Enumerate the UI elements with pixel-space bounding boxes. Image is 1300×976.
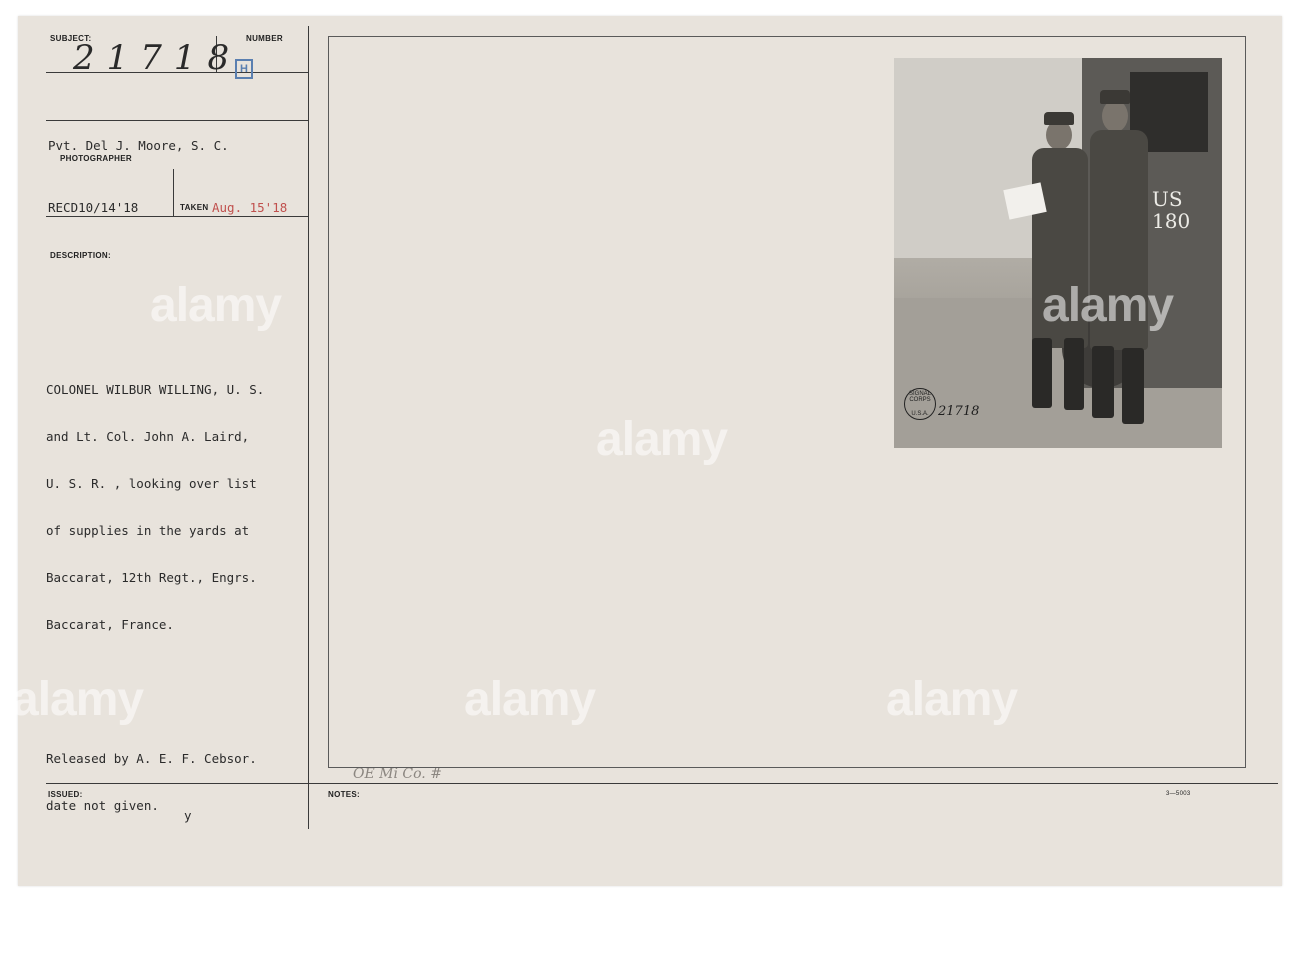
truck-label: US 180 xyxy=(1152,188,1190,232)
soldier-right-boot xyxy=(1122,348,1144,424)
brand-bar xyxy=(0,888,1300,976)
photographer-name: Pvt. Del J. Moore, S. C. xyxy=(48,138,229,153)
release-line: date not given. xyxy=(46,798,159,813)
soldier-left-cap xyxy=(1044,112,1074,125)
received-date: RECD10/14'18 xyxy=(48,200,139,215)
soldier-right-cap xyxy=(1100,90,1130,104)
signal-corps-stamp: SIGNAL CORPS U.S.A. xyxy=(904,388,936,420)
soldier-right-boot xyxy=(1092,346,1114,418)
taken-date: Aug. 15'18 xyxy=(212,200,288,215)
divider xyxy=(46,216,308,217)
release-line: Released by A. E. F. Cebsor. xyxy=(46,751,257,766)
description-line: COLONEL WILBUR WILLING, U. S. xyxy=(46,382,265,397)
taken-label: TAKEN xyxy=(180,203,209,212)
notes-handwriting: OE Mi Co. # xyxy=(353,766,442,782)
notes-label: NOTES: xyxy=(328,790,361,799)
description-line: and Lt. Col. John A. Laird, xyxy=(46,429,250,444)
photo-number: 21718 xyxy=(938,404,980,419)
divider xyxy=(173,169,174,216)
description-label: DESCRIPTION: xyxy=(50,251,111,260)
watermark: alamy xyxy=(12,673,144,726)
watermark: alamy xyxy=(464,673,596,726)
truck-label-line: 180 xyxy=(1152,209,1191,233)
soldier-left-boot xyxy=(1032,338,1052,408)
watermark: alamy xyxy=(150,279,282,332)
watermark: alamy xyxy=(596,413,728,466)
release-note: Released by A. E. F. Cebsor. date not gi… xyxy=(46,721,257,845)
description-line: of supplies in the yards at xyxy=(46,523,250,538)
issued-mark: y xyxy=(184,808,192,823)
description-line: U. S. R. , looking over list xyxy=(46,476,257,491)
divider xyxy=(308,26,309,829)
description-line: Baccarat, 12th Regt., Engrs. xyxy=(46,570,257,585)
form-code: 3—5003 xyxy=(1166,791,1191,797)
archival-photo-card: SUBJECT: NUMBER 21718 H Pvt. Del J. Moor… xyxy=(12,16,1282,886)
issued-label: ISSUED: xyxy=(48,790,83,799)
photograph: US 180 SIGNAL CORPS U.S.A. 21718 xyxy=(894,58,1222,448)
soldier-left-boot xyxy=(1064,338,1084,410)
photographer-label: PHOTOGRAPHER xyxy=(60,154,132,163)
stamp-top-text: SIGNAL CORPS xyxy=(908,391,931,403)
watermark: alamy xyxy=(886,673,1018,726)
description-text: COLONEL WILBUR WILLING, U. S. and Lt. Co… xyxy=(46,352,264,664)
soldier-right-head xyxy=(1102,100,1128,132)
description-line: Baccarat, France. xyxy=(46,617,174,632)
stamp-bottom-text: U.S.A. xyxy=(911,411,929,417)
number-label: NUMBER xyxy=(246,34,283,43)
truck-label-line: US xyxy=(1152,187,1183,211)
watermark: alamy xyxy=(1042,279,1174,332)
divider xyxy=(46,120,308,121)
number-stamp: H xyxy=(235,59,253,79)
subject-number: 21718 xyxy=(73,38,242,78)
